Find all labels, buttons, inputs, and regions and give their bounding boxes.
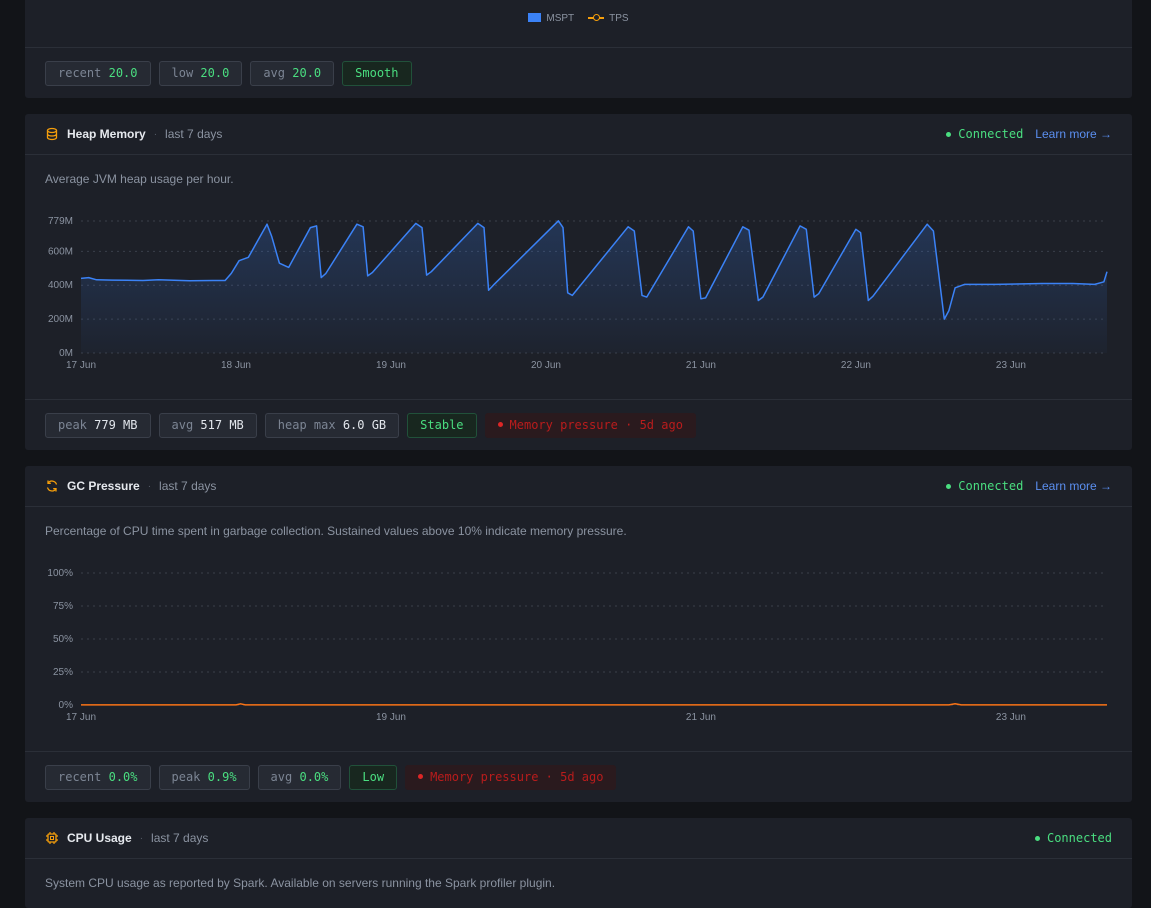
card-header: CPU Usage · last 7 days Connected [25,818,1132,858]
status-dot-icon [1034,835,1040,841]
chart-legend: MSPT TPS [25,13,1132,24]
y-tick-label: 0% [59,700,74,711]
gc-chart[interactable]: 0% 25% 50% 75% 100% 17 Jun 19 Jun 21 Jun 23 Jun [25,552,1132,732]
y-tick-label: 400M [48,280,73,291]
x-tick-label: 17 Jun [66,712,96,723]
series-line [81,703,1107,706]
alert-dot-icon [497,422,503,427]
status-badge: Low [349,765,398,790]
alert-dot-icon [418,774,424,779]
divider [25,506,1132,507]
avg-chip: avg 20.0 [250,61,335,86]
memory-pressure-alert[interactable]: Memory pressure · 5d ago [405,765,617,790]
x-tick-label: 17 Jun [66,360,96,371]
memory-pressure-alert[interactable]: Memory pressure · 5d ago [484,413,696,438]
gc-stats: recent 0.0% peak 0.9% avg 0.0% Low Memor… [45,765,617,790]
x-tick-label: 19 Jun [376,712,406,723]
status-dot-icon [946,483,952,489]
card-description: Average JVM heap usage per hour. [45,172,234,186]
cpu-usage-card: CPU Usage · last 7 days Connected System… [25,818,1132,908]
learn-more-link[interactable]: Learn more → [1035,127,1112,141]
divider [25,154,1132,155]
card-header: Heap Memory · last 7 days Connected Lear… [25,114,1132,154]
y-tick-label: 0M [59,348,73,359]
x-tick-label: 23 Jun [996,712,1026,723]
time-range: last 7 days [159,479,217,493]
y-tick-label: 600M [48,246,73,257]
x-tick-label: 20 Jun [531,360,561,371]
series-area [81,220,1107,353]
y-tick-label: 100% [47,568,73,579]
legend-item-mspt[interactable]: MSPT [528,13,574,24]
card-header: GC Pressure · last 7 days Connected Lear… [25,466,1132,506]
x-tick-label: 23 Jun [996,360,1026,371]
x-tick-label: 19 Jun [376,360,406,371]
status-badge: Stable [407,413,477,438]
card-title: GC Pressure [67,479,140,493]
heap-stats: peak 779 MB avg 517 MB heap max 6.0 GB S… [45,413,696,438]
card-description: Percentage of CPU time spent in garbage … [45,524,627,538]
divider [25,858,1132,859]
avg-chip: avg 0.0% [257,765,342,790]
card-title: CPU Usage [67,831,132,845]
x-tick-label: 18 Jun [221,360,251,371]
low-chip: low 20.0 [158,61,243,86]
time-range: last 7 days [151,831,209,845]
time-range: last 7 days [165,127,223,141]
tps-card: MSPT TPS recent 20.0 low 20.0 avg 20.0 S… [25,0,1132,98]
recent-chip: recent 20.0 [45,61,151,86]
recent-chip: recent 0.0% [45,765,151,790]
x-tick-label: 21 Jun [686,712,716,723]
cpu-chip-icon [45,831,59,845]
database-icon [45,127,59,141]
heap-max-chip: heap max 6.0 GB [264,413,400,438]
heap-memory-card: Heap Memory · last 7 days Connected Lear… [25,114,1132,450]
peak-chip: peak 0.9% [158,765,250,790]
card-description: System CPU usage as reported by Spark. A… [45,876,556,890]
y-tick-label: 779M [48,216,73,227]
heap-chart[interactable]: 0M 200M 400M 600M 779M 17 Jun 18 Jun 19 Jun 20 J… [25,200,1132,380]
separator: · [147,480,152,492]
connection-status: Connected [946,479,1023,493]
divider [25,47,1132,48]
y-tick-label: 200M [48,314,73,325]
connection-status: Connected [946,127,1023,141]
divider [25,751,1132,752]
card-title: Heap Memory [67,127,146,141]
status-dot-icon [946,131,952,137]
mspt-swatch-icon [528,13,542,22]
separator: · [139,832,144,844]
connection-status: Connected [1034,831,1112,845]
separator: · [153,128,158,140]
tps-swatch-icon [588,13,605,22]
legend-item-tps[interactable]: TPS [588,13,629,24]
x-tick-label: 21 Jun [686,360,716,371]
gc-pressure-card: GC Pressure · last 7 days Connected Lear… [25,466,1132,802]
divider [25,399,1132,400]
status-badge: Smooth [342,61,412,86]
peak-chip: peak 779 MB [45,413,151,438]
avg-chip: avg 517 MB [158,413,257,438]
learn-more-link[interactable]: Learn more → [1035,479,1112,493]
y-tick-label: 50% [53,634,73,645]
y-tick-label: 75% [53,601,73,612]
tps-stats: recent 20.0 low 20.0 avg 20.0 Smooth [45,61,412,86]
x-tick-label: 22 Jun [841,360,871,371]
y-tick-label: 25% [53,667,73,678]
refresh-icon [45,479,59,493]
